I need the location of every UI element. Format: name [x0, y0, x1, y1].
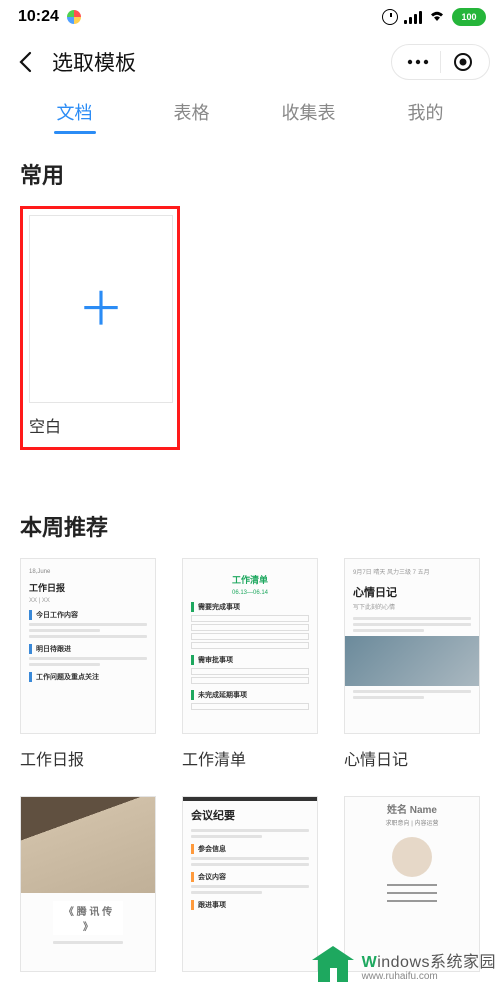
tab-document[interactable]: 文档 — [16, 90, 133, 136]
plus-icon: ＋ — [78, 286, 124, 332]
status-bar: 10:24 100 — [0, 0, 500, 34]
highlight-frame: ＋ 空白 — [20, 206, 180, 450]
tab-spreadsheet[interactable]: 表格 — [133, 90, 250, 136]
section-weekly-title: 本周推荐 — [20, 510, 480, 542]
wifi-icon — [428, 8, 446, 27]
template-label: 工作日报 — [20, 746, 156, 770]
more-button[interactable] — [396, 44, 440, 80]
section-frequent-title: 常用 — [20, 158, 480, 190]
tab-form[interactable]: 收集表 — [250, 90, 367, 136]
section-weekly: 本周推荐 18,June 工作日报 XX | XX 今日工作内容 明日待跟进 工… — [0, 450, 500, 972]
back-button[interactable] — [8, 45, 42, 79]
template-blank[interactable]: ＋ — [29, 215, 173, 403]
template-item-diary[interactable]: 9月7日 晴天 风力三级 7 五月 心情日记 写下此刻的心情 心情日记 — [344, 558, 480, 770]
capsule-actions — [391, 44, 490, 80]
page-header: 选取模板 — [0, 34, 500, 90]
template-preview: 姓名 Name 求职意向 | 内容运营 — [344, 796, 480, 972]
template-preview: 9月7日 晴天 风力三级 7 五月 心情日记 写下此刻的心情 — [344, 558, 480, 734]
template-item-checklist[interactable]: 工作清单 06.13—06.14 需要完成事项 需审批事项 未完成延期事项 工作… — [182, 558, 318, 770]
template-blank-label: 空白 — [29, 413, 171, 437]
alarm-icon — [382, 9, 398, 25]
tab-mine[interactable]: 我的 — [367, 90, 484, 136]
template-preview: 18,June 工作日报 XX | XX 今日工作内容 明日待跟进 工作问题及重… — [20, 558, 156, 734]
cellular-signal-icon — [404, 10, 422, 24]
template-item-daily-report[interactable]: 18,June 工作日报 XX | XX 今日工作内容 明日待跟进 工作问题及重… — [20, 558, 156, 770]
template-item-book[interactable]: 《 腾 讯 传 》 — [20, 796, 156, 972]
template-preview: 《 腾 讯 传 》 — [20, 796, 156, 972]
close-mini-program-button[interactable] — [441, 44, 485, 80]
template-preview: 会议纪要 参会信息 会议内容 跟进事项 — [182, 796, 318, 972]
status-time: 10:24 — [18, 8, 59, 26]
tab-bar: 文档 表格 收集表 我的 — [0, 90, 500, 136]
page-title: 选取模板 — [52, 47, 381, 77]
section-frequent: 常用 ＋ 空白 — [0, 136, 500, 450]
template-label: 工作清单 — [182, 746, 318, 770]
template-label: 心情日记 — [344, 746, 480, 770]
template-item-meeting[interactable]: 会议纪要 参会信息 会议内容 跟进事项 — [182, 796, 318, 972]
app-indicator-icon — [67, 10, 81, 24]
template-preview: 工作清单 06.13—06.14 需要完成事项 需审批事项 未完成延期事项 — [182, 558, 318, 734]
battery-icon: 100 — [452, 8, 486, 26]
template-item-resume[interactable]: 姓名 Name 求职意向 | 内容运营 — [344, 796, 480, 972]
